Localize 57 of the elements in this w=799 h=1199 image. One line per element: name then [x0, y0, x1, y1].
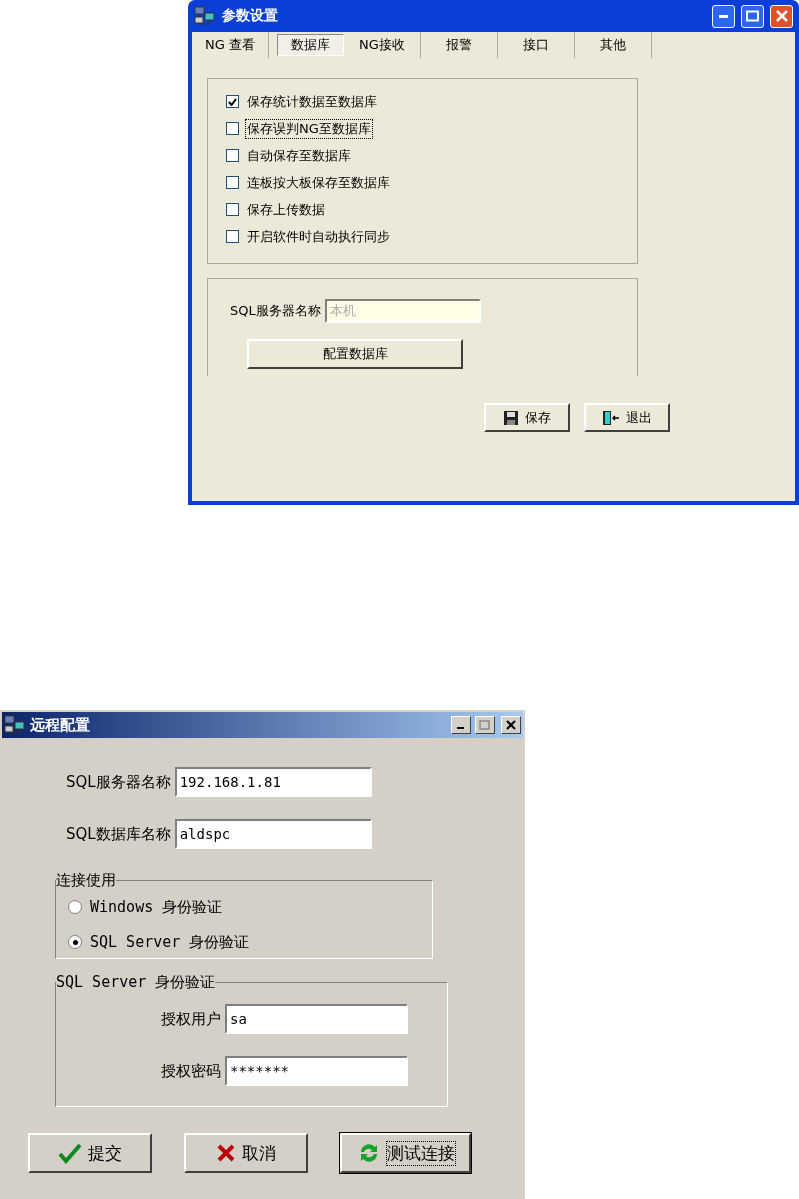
field-label: SQL服务器名称 — [230, 302, 321, 320]
cancel-button[interactable]: 取消 — [184, 1133, 308, 1173]
checkbox[interactable] — [226, 176, 239, 189]
cross-icon — [216, 1143, 236, 1163]
radio-button[interactable] — [68, 900, 82, 914]
checkmark-icon — [58, 1142, 82, 1164]
tab[interactable]: 数据库 — [277, 34, 344, 56]
configure-database-button[interactable]: 配置数据库 — [247, 339, 463, 369]
text-field[interactable]: sa — [225, 1004, 408, 1034]
checkbox-label: 保存误判NG至数据库 — [246, 119, 372, 138]
maximize-button[interactable] — [475, 716, 495, 734]
close-button[interactable] — [501, 716, 521, 734]
tab[interactable]: 接口 — [498, 32, 575, 58]
radio-label: Windows 身份验证 — [90, 897, 223, 917]
checkbox-label: 开启软件时自动执行同步 — [246, 227, 391, 246]
text-field[interactable]: aldspc — [174, 819, 372, 849]
checkbox[interactable] — [226, 122, 239, 135]
window-title: 参数设置 — [222, 7, 279, 25]
exit-button[interactable]: 退出 — [584, 403, 670, 432]
field-label: SQL服务器名称 — [66, 772, 171, 792]
minimize-icon — [719, 14, 728, 18]
maximize-icon — [479, 719, 491, 731]
group-title: SQL Server 身份验证 — [56, 973, 216, 992]
maximize-icon — [746, 10, 759, 22]
minimize-button[interactable] — [451, 716, 471, 734]
checkbox[interactable] — [226, 149, 239, 162]
checkbox[interactable] — [226, 203, 239, 216]
submit-button[interactable]: 提交 — [28, 1133, 152, 1173]
close-icon — [775, 10, 788, 22]
checkbox[interactable] — [226, 95, 239, 108]
tab[interactable]: 报警 — [421, 32, 498, 58]
close-button[interactable] — [770, 4, 793, 28]
close-icon — [506, 720, 516, 730]
tab[interactable]: 其他 — [575, 32, 652, 58]
test-connection-button[interactable]: 测试连接 — [340, 1133, 471, 1173]
field-label: SQL数据库名称 — [66, 824, 171, 844]
save-button[interactable]: 保存 — [484, 403, 570, 432]
group-title: 连接使用 — [56, 871, 116, 890]
text-field[interactable]: ******* — [225, 1056, 408, 1086]
tab[interactable]: NG接收 — [344, 32, 421, 58]
computer-network-icon — [4, 715, 26, 735]
field-label: 授权用户 — [161, 1009, 221, 1029]
minimize-button[interactable] — [712, 4, 735, 28]
checkbox[interactable] — [226, 230, 239, 243]
tab[interactable]: NG 查看 — [192, 32, 269, 58]
checkbox-label: 保存统计数据至数据库 — [246, 92, 378, 111]
radio-button[interactable] — [68, 935, 82, 949]
radio-label: SQL Server 身份验证 — [90, 932, 250, 952]
window-title: 远程配置 — [30, 715, 91, 735]
maximize-button[interactable] — [741, 4, 764, 28]
checkbox-label: 保存上传数据 — [246, 200, 326, 219]
text-field[interactable]: 192.168.1.81 — [174, 767, 372, 797]
field-label: 授权密码 — [161, 1061, 221, 1081]
door-exit-icon — [602, 409, 620, 426]
checkbox-label: 连板按大板保存至数据库 — [246, 173, 391, 192]
checkbox-label: 自动保存至数据库 — [246, 146, 352, 165]
computer-network-icon — [194, 6, 216, 26]
